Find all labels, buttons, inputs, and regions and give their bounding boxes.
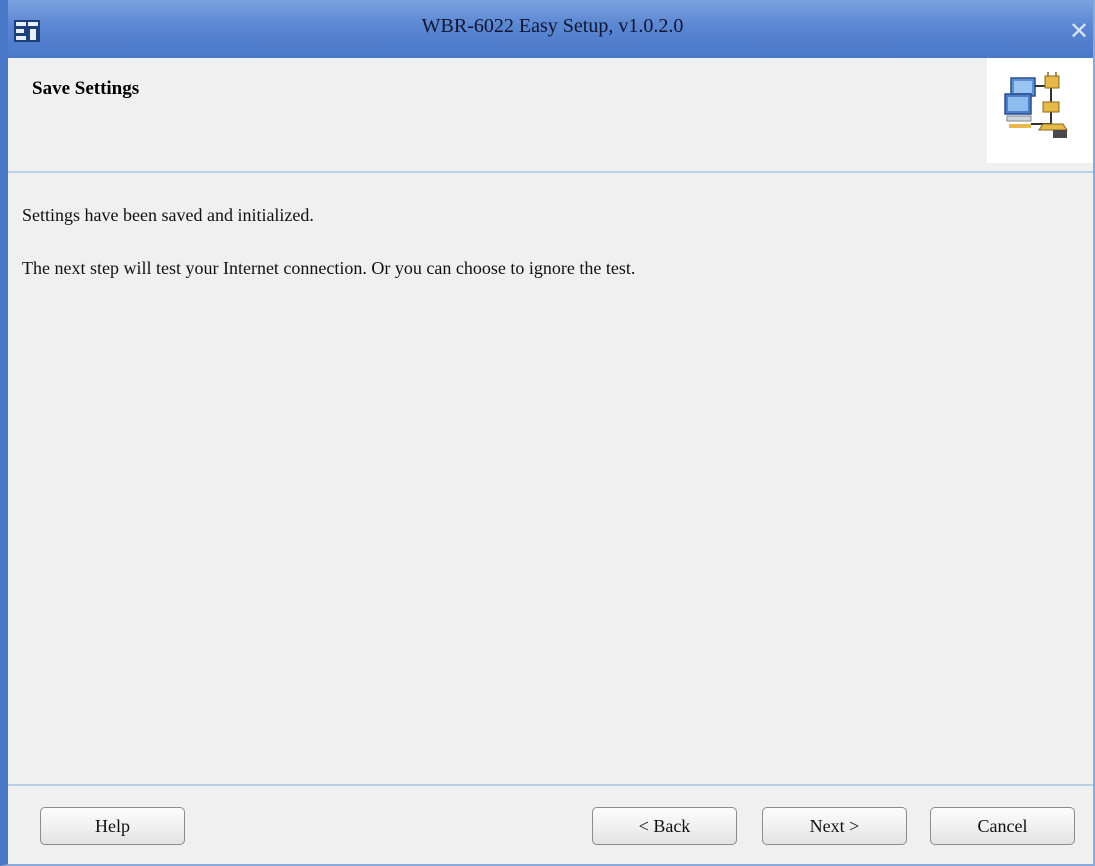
close-button[interactable]: ✕	[1067, 19, 1091, 43]
next-step-message: The next step will test your Internet co…	[22, 258, 636, 278]
next-button[interactable]: Next >	[762, 807, 907, 845]
status-message: Settings have been saved and initialized…	[22, 205, 314, 225]
cancel-button[interactable]: Cancel	[930, 807, 1075, 845]
title-bar[interactable]: WBR-6022 Easy Setup, v1.0.2.0 ✕	[8, 0, 1093, 58]
footer-divider	[8, 784, 1093, 786]
window-title: WBR-6022 Easy Setup, v1.0.2.0	[421, 15, 684, 37]
page-title: Save Settings	[32, 78, 140, 99]
help-button[interactable]: Help	[40, 807, 185, 845]
back-button[interactable]: < Back	[592, 807, 737, 845]
close-icon: ✕	[1068, 17, 1090, 45]
setup-wizard-window: WBR-6022 Easy Setup, v1.0.2.0 ✕ Save Set…	[0, 0, 1095, 866]
wizard-header: Save Settings	[8, 58, 1093, 171]
header-divider	[8, 171, 1093, 173]
network-computers-icon	[1004, 72, 1068, 138]
header-icon-panel	[987, 58, 1093, 163]
